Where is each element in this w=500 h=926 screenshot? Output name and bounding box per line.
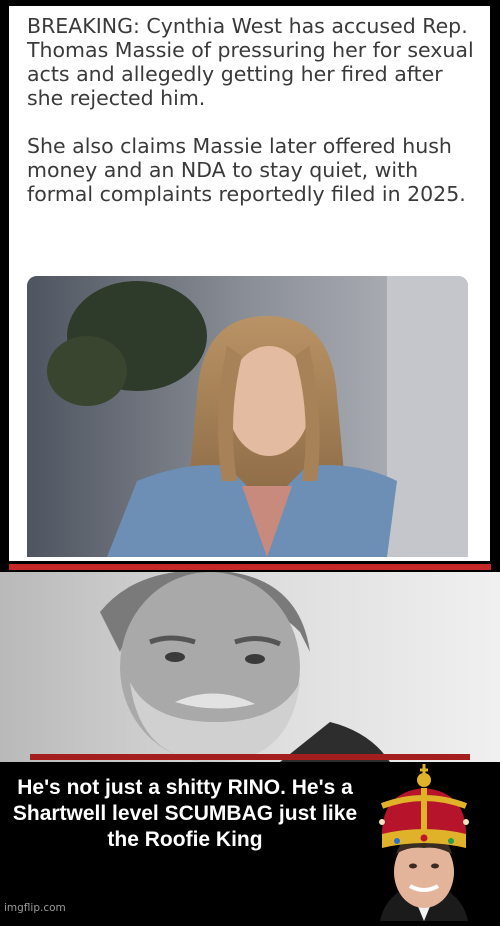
post-text: BREAKING: Cynthia West has accused Rep. … (27, 14, 477, 230)
post-paragraph-1: BREAKING: Cynthia West has accused Rep. … (27, 14, 474, 110)
red-divider (9, 564, 491, 570)
portrait-photo (0, 572, 500, 762)
crowned-man-image (362, 762, 486, 921)
video-thumbnail (27, 276, 468, 557)
imgflip-watermark: imgflip.com (4, 902, 66, 914)
video-still-image (27, 276, 468, 557)
crown-icon (379, 764, 469, 848)
red-frame-line (30, 754, 470, 760)
grayscale-man-image (0, 572, 500, 762)
caption-text: He's not just a shitty RINO. He's a Shar… (12, 776, 358, 851)
post-paragraph-2: She also claims Massie later offered hus… (27, 134, 466, 206)
